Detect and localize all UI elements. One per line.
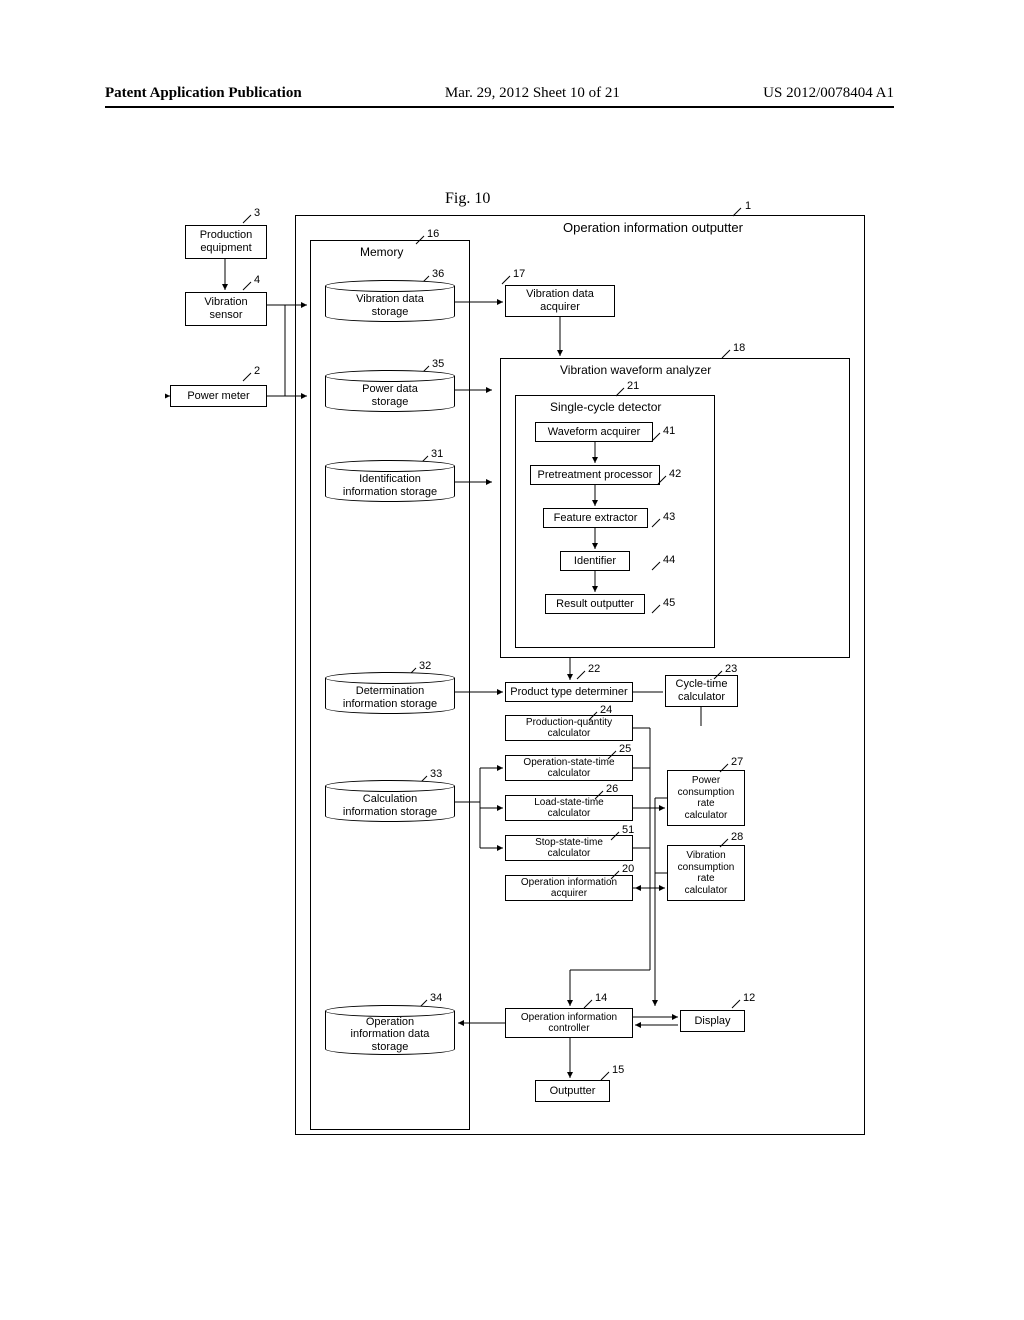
power-meter-box: Power meter [170,385,267,407]
ref-3: 3 [254,207,260,219]
ref-33: 33 [430,768,442,780]
ref-15: 15 [612,1064,624,1076]
memory-label: Memory [360,245,403,259]
vibration-data-acquirer: Vibration data acquirer [505,285,615,317]
ref-35: 35 [432,358,444,370]
production-quantity-calculator: Production-quantity calculator [505,715,633,741]
outputter-box: Outputter [535,1080,610,1102]
power-consumption-rate-calculator: Power consumption rate calculator [667,770,745,826]
ref-1: 1 [745,200,751,212]
outputter-label: Operation information outputter [563,220,743,235]
ref-41: 41 [663,425,675,437]
calculation-info-storage: Calculation information storage [325,780,455,822]
ref-31: 31 [431,448,443,460]
ref-17: 17 [513,268,525,280]
ref-12: 12 [743,992,755,1004]
header-rule [105,106,894,108]
header-left: Patent Application Publication [105,85,302,102]
pretreatment-processor: Pretreatment processor [530,465,660,485]
result-outputter: Result outputter [545,594,645,614]
figure-10: Fig. 10 Production equipment Vibration s… [165,190,865,1140]
product-type-determiner: Product type determiner [505,682,633,702]
vibration-data-storage: Vibration data storage [325,280,455,322]
ref-4: 4 [254,274,260,286]
single-cycle-label: Single-cycle detector [550,400,661,414]
load-state-time-calculator: Load-state-time calculator [505,795,633,821]
vibration-sensor-box: Vibration sensor [185,292,267,326]
identification-info-storage: Identification information storage [325,460,455,502]
cycle-time-calculator: Cycle-time calculator [665,675,738,707]
ref-21: 21 [627,380,639,392]
ref-42: 42 [669,468,681,480]
vibration-consumption-rate-calculator: Vibration consumption rate calculator [667,845,745,901]
figure-title: Fig. 10 [445,190,490,208]
ref-26: 26 [606,783,618,795]
power-data-storage: Power data storage [325,370,455,412]
ref-28: 28 [731,831,743,843]
operation-information-acquirer: Operation information acquirer [505,875,633,901]
waveform-acquirer: Waveform acquirer [535,422,653,442]
ref-27: 27 [731,756,743,768]
page-header: Patent Application Publication Mar. 29, … [0,85,1024,102]
determination-info-storage: Determination information storage [325,672,455,714]
operation-state-time-calculator: Operation-state-time calculator [505,755,633,781]
ref-16: 16 [427,228,439,240]
stop-state-time-calculator: Stop-state-time calculator [505,835,633,861]
analyzer-label: Vibration waveform analyzer [560,363,711,377]
operation-information-controller: Operation information controller [505,1008,633,1038]
header-right: US 2012/0078404 A1 [763,85,894,102]
ref-18: 18 [733,342,745,354]
ref-20: 20 [622,863,634,875]
identifier: Identifier [560,551,630,571]
ref-34: 34 [430,992,442,1004]
ref-43: 43 [663,511,675,523]
feature-extractor: Feature extractor [543,508,648,528]
ref-36: 36 [432,268,444,280]
ref-44: 44 [663,554,675,566]
ref-32: 32 [419,660,431,672]
ref-14: 14 [595,992,607,1004]
ref-45: 45 [663,597,675,609]
ref-23: 23 [725,663,737,675]
ref-25: 25 [619,743,631,755]
ref-2: 2 [254,365,260,377]
ref-51: 51 [622,824,634,836]
display: Display [680,1010,745,1032]
ref-24: 24 [600,704,612,716]
ref-22: 22 [588,663,600,675]
operation-info-data-storage: Operation information data storage [325,1005,455,1055]
production-equipment-box: Production equipment [185,225,267,259]
header-mid: Mar. 29, 2012 Sheet 10 of 21 [445,85,620,102]
